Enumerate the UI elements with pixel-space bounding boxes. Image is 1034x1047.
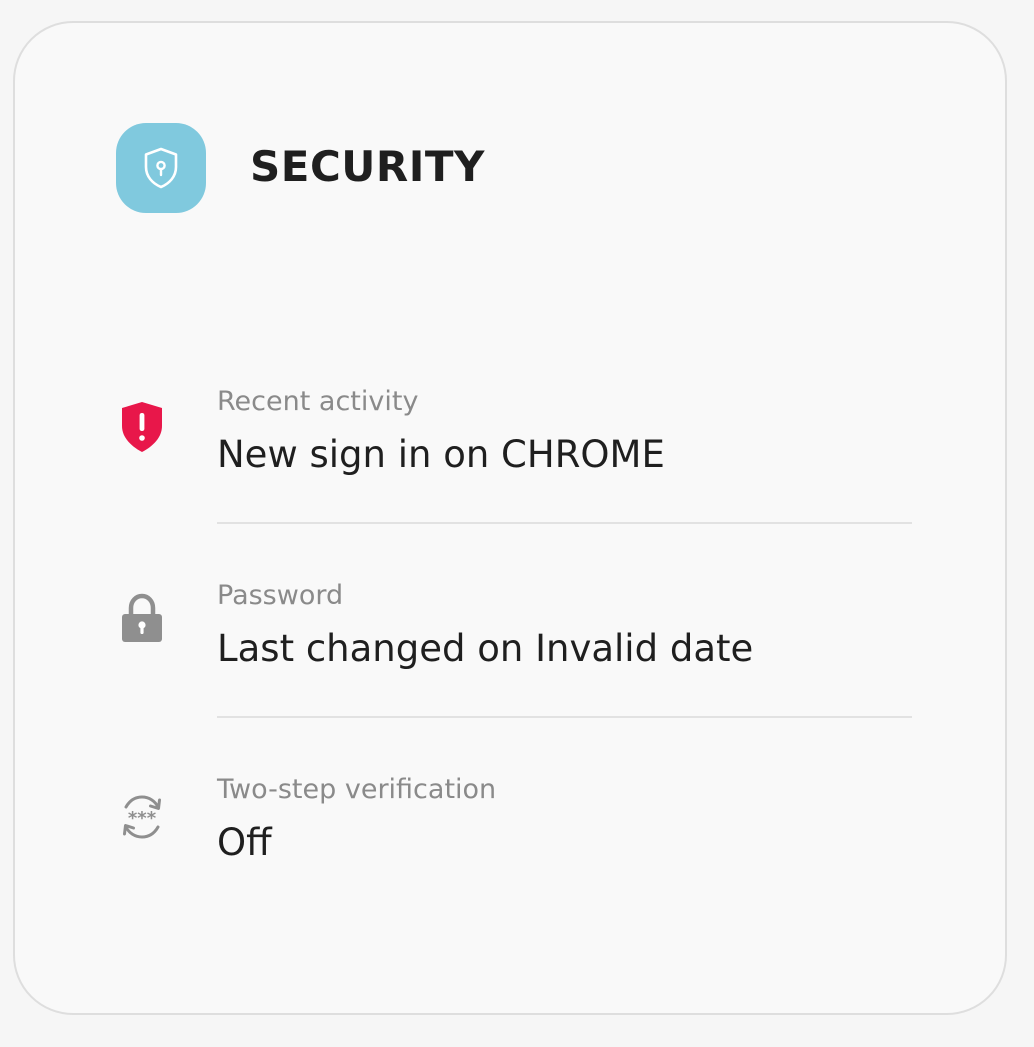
lock-icon: [110, 587, 174, 651]
two-step-verification-item[interactable]: *** Two-step verification Off: [110, 773, 912, 873]
recent-activity-label: Recent activity: [217, 386, 419, 417]
two-step-verification-value: Off: [217, 821, 272, 864]
two-step-refresh-icon: ***: [110, 785, 174, 849]
shield-lock-icon: [116, 123, 206, 213]
divider: [217, 716, 912, 718]
divider: [217, 522, 912, 524]
shield-alert-icon: [110, 395, 174, 459]
password-value: Last changed on Invalid date: [217, 627, 754, 670]
svg-text:***: ***: [128, 808, 157, 829]
page-title: SECURITY: [250, 142, 485, 191]
security-card[interactable]: SECURITY Recent activity New sign in on …: [13, 21, 1007, 1015]
recent-activity-value: New sign in on CHROME: [217, 433, 665, 476]
password-label: Password: [217, 580, 344, 611]
two-step-verification-label: Two-step verification: [217, 774, 497, 805]
password-item[interactable]: Password Last changed on Invalid date: [110, 579, 912, 679]
recent-activity-item[interactable]: Recent activity New sign in on CHROME: [110, 385, 912, 485]
